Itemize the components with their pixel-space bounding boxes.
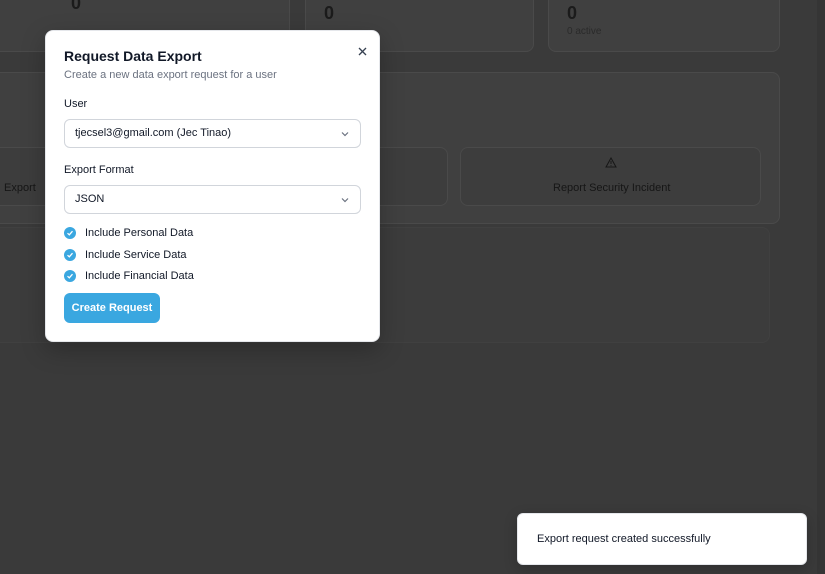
dialog-description: Create a new data export request for a u…: [64, 69, 277, 81]
personal-data-checkbox[interactable]: [64, 227, 76, 239]
chevron-down-icon: [341, 132, 349, 137]
close-icon: [358, 47, 366, 55]
personal-data-checkbox-row[interactable]: Include Personal Data: [64, 226, 193, 240]
service-data-checkbox[interactable]: [64, 249, 76, 261]
user-label: User: [64, 98, 88, 110]
export-format-label: Export Format: [64, 164, 134, 176]
toast-message: Export request created successfully: [537, 533, 711, 545]
financial-data-checkbox-row[interactable]: Include Financial Data: [64, 269, 194, 283]
service-data-checkbox-row[interactable]: Include Service Data: [64, 248, 187, 262]
personal-data-label: Include Personal Data: [85, 227, 194, 239]
request-data-export-dialog: Request Data Export Create a new data ex…: [45, 30, 380, 342]
checkmark-icon: [67, 230, 73, 236]
close-button[interactable]: [352, 41, 372, 61]
success-toast: Export request created successfully: [517, 513, 807, 565]
user-select[interactable]: tjecsel3@gmail.com (Jec Tinao): [64, 119, 361, 148]
financial-data-label: Include Financial Data: [85, 270, 194, 282]
financial-data-checkbox[interactable]: [64, 270, 76, 282]
create-request-button[interactable]: Create Request: [64, 293, 160, 323]
checkmark-icon: [67, 273, 73, 279]
chevron-down-icon: [341, 198, 349, 203]
service-data-label: Include Service Data: [85, 249, 187, 261]
export-format-select[interactable]: JSON: [64, 185, 361, 214]
dialog-title: Request Data Export: [64, 48, 202, 64]
user-select-value: tjecsel3@gmail.com (Jec Tinao): [75, 127, 232, 139]
export-format-value: JSON: [75, 193, 105, 205]
checkmark-icon: [67, 252, 73, 258]
